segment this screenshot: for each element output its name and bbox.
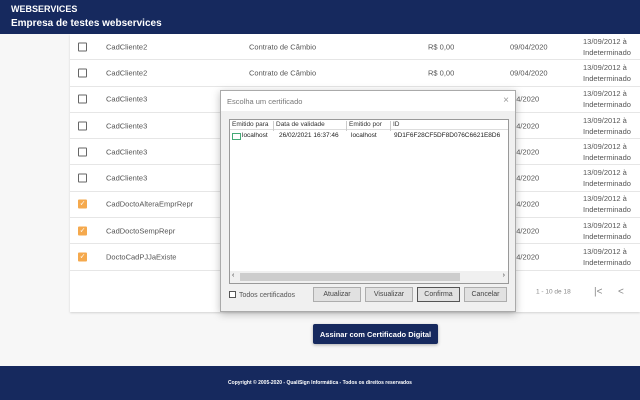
row-validity: 13/09/2012 à Indeterminado [583,246,631,268]
col-validity[interactable]: Data de validade [274,121,347,131]
table-row[interactable]: CadCliente2 Contrato de Câmbio R$ 0,00 09/0… [70,60,640,87]
certificate-row[interactable]: localhost 26/02/2021 16:37:46 localhost … [230,131,508,142]
row-name: CadDoctoAlteraEmprRepr [106,199,194,209]
row-checkbox[interactable]: ✓ [78,199,87,209]
col-issued-by[interactable]: Emitido por [347,121,391,131]
validity-start: 13/09/2012 à [583,36,627,46]
row-checkbox[interactable]: ✓ [78,226,87,236]
checkbox-icon[interactable] [229,291,236,298]
row-name: DoctoCadPJJaExiste [106,252,177,262]
row-type: Contrato de Câmbio [249,68,317,78]
confirm-button[interactable]: Confirma [417,287,460,302]
scroll-thumb[interactable] [240,273,460,281]
row-checkbox[interactable] [78,68,87,78]
dialog-titlebar: Escolha um certificado × [221,91,515,111]
cert-issued-to: localhost [242,132,268,139]
prev-page-button[interactable]: < [618,286,624,297]
app-header: WEBSERVICES Empresa de testes webservice… [0,0,640,34]
table-row[interactable]: CadCliente2 Contrato de Câmbio R$ 0,00 09/0… [70,34,640,61]
validity-start: 13/09/2012 à [583,89,627,99]
row-name: CadCliente2 [106,42,148,52]
row-validity: 13/09/2012 à Indeterminado [583,62,631,84]
validity-end: Indeterminado [583,126,631,136]
footer-copyright: Copyright © 2005-2020 - QualiSign Inform… [0,366,640,400]
row-checkbox[interactable] [78,173,87,183]
row-value: R$ 0,00 [428,68,455,78]
validity-start: 13/09/2012 à [583,62,627,72]
row-name: CadCliente2 [106,68,148,78]
scroll-left-icon[interactable]: ‹ [232,272,234,279]
row-validity: 13/09/2012 à Indeterminado [583,193,631,215]
row-type: Contrato de Câmbio [249,42,317,52]
page-range: 1 - 10 de 18 [536,288,571,295]
validity-start: 13/09/2012 à [583,168,627,178]
validity-end: Indeterminado [583,73,631,83]
all-certificates-checkbox[interactable]: Todos certificados [229,291,295,299]
row-name: CadCliente3 [106,94,148,104]
validity-start: 13/09/2012 à [583,194,627,204]
sign-certificate-button[interactable]: Assinar com Certificado Digital [313,324,438,344]
validity-end: Indeterminado [583,231,631,241]
all-certificates-label: Todos certificados [239,292,296,299]
row-checkbox[interactable] [78,147,87,157]
close-icon[interactable]: × [503,95,509,106]
row-validity: 13/09/2012 à Indeterminado [583,141,631,163]
cert-issued-by: localhost [351,132,377,139]
row-validity: 13/09/2012 à Indeterminado [583,88,631,110]
row-checkbox[interactable] [78,121,87,131]
validity-end: Indeterminado [583,179,631,189]
certificate-icon [232,133,241,140]
dialog-title: Escolha um certificado [227,97,303,106]
row-validity: 13/09/2012 à Indeterminado [583,115,631,137]
row-value: R$ 0,00 [428,42,455,52]
row-name: CadCliente3 [106,173,148,183]
row-validity: 13/09/2012 à Indeterminado [583,167,631,189]
row-name: CadDoctoSempRepr [106,226,176,236]
scroll-right-icon[interactable]: › [503,272,505,279]
row-checkbox[interactable] [78,42,87,52]
validity-end: Indeterminado [583,258,631,268]
validity-start: 13/09/2012 à [583,220,627,230]
certificate-list[interactable]: Emitido para Data de validade Emitido po… [229,119,509,284]
company-name: Empresa de testes webservices [11,18,162,29]
row-date: 09/04/2020 [510,68,548,78]
view-button[interactable]: Visualizar [365,287,413,302]
certificate-dialog: Escolha um certificado × Emitido para Da… [220,90,516,312]
first-page-button[interactable]: |< [594,286,602,297]
row-validity: 13/09/2012 à Indeterminado [583,36,631,58]
row-validity: 13/09/2012 à Indeterminado [583,220,631,242]
row-checkbox[interactable] [78,94,87,104]
list-header: Emitido para Data de validade Emitido po… [230,120,508,131]
row-date: 09/04/2020 [510,42,548,52]
validity-end: Indeterminado [583,47,631,57]
validity-start: 13/09/2012 à [583,115,627,125]
validity-start: 13/09/2012 à [583,247,627,257]
validity-start: 13/09/2012 à [583,141,627,151]
horizontal-scrollbar[interactable]: ‹ › [230,271,508,283]
validity-end: Indeterminado [583,152,631,162]
cert-id: 9D1F6F28CF5DF8D076C6621E8D6 [394,132,501,139]
row-checkbox[interactable]: ✓ [78,252,87,262]
validity-end: Indeterminado [583,100,631,110]
cert-validity: 26/02/2021 16:37:46 [279,132,339,139]
row-name: CadCliente3 [106,147,148,157]
row-name: CadCliente3 [106,121,148,131]
refresh-button[interactable]: Atualizar [313,287,361,302]
app-title: WEBSERVICES [11,4,78,14]
col-issued-to[interactable]: Emitido para [230,121,274,131]
cancel-button[interactable]: Cancelar [464,287,507,302]
validity-end: Indeterminado [583,205,631,215]
col-id[interactable]: ID [391,121,508,131]
